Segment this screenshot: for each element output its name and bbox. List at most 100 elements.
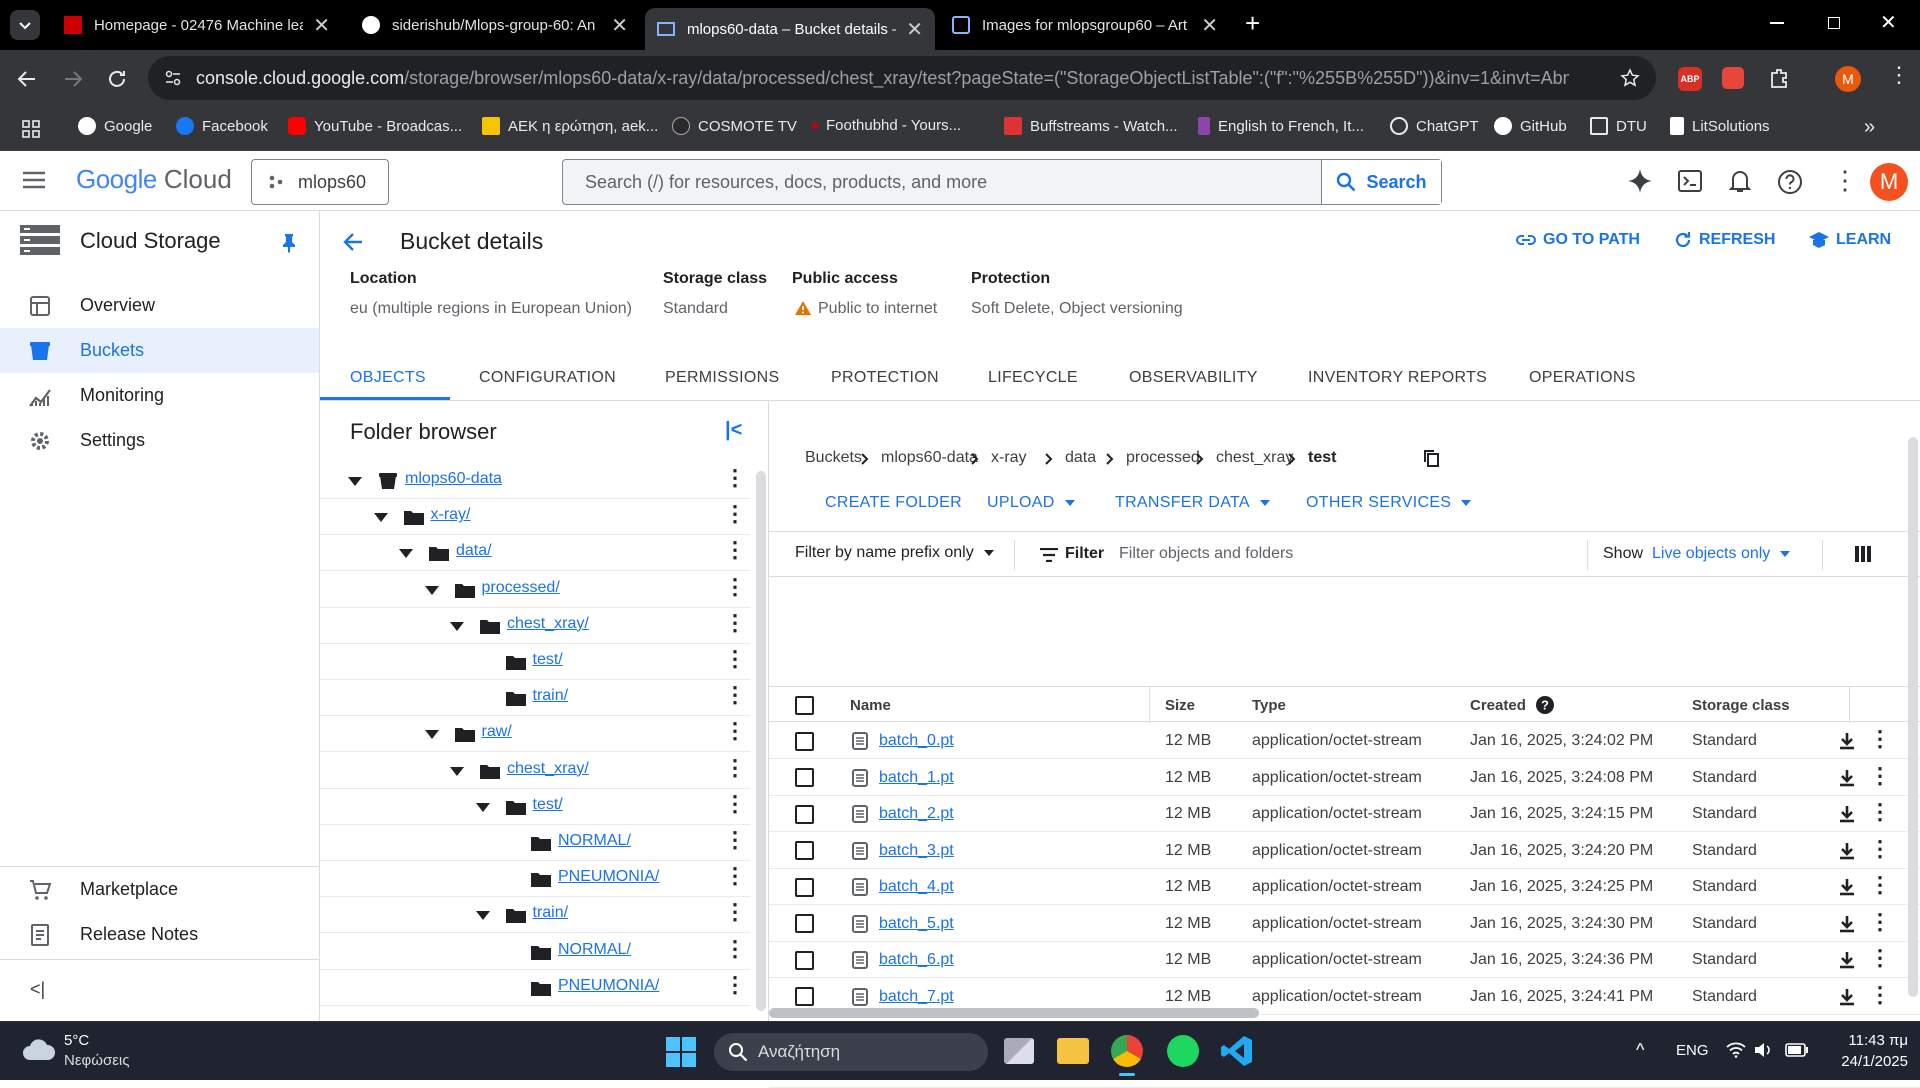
folder-tree-row[interactable]: x-ray/ ⋮ (320, 499, 750, 536)
row-actions-icon[interactable]: ⋮ (1869, 947, 1891, 969)
extensions-puzzle-icon[interactable] (1768, 67, 1790, 89)
gemini-spark-icon[interactable] (1627, 168, 1653, 194)
row-actions-icon[interactable]: ⋮ (724, 792, 746, 815)
bookmark-litsolutions[interactable]: LitSolutions (1670, 117, 1770, 135)
folder-link[interactable]: NORMAL/ (558, 941, 631, 959)
bookmark-github[interactable]: GitHub (1494, 117, 1567, 135)
folder-link[interactable]: x-ray/ (431, 506, 471, 524)
row-actions-icon[interactable]: ⋮ (1869, 874, 1891, 896)
folder-link[interactable]: test/ (533, 651, 563, 669)
table-row[interactable]: batch_2.pt 12 MB application/octet-stream J… (769, 796, 1920, 832)
object-name-link[interactable]: batch_4.pt (879, 869, 954, 905)
column-storage-class[interactable]: Storage class (1692, 687, 1790, 723)
row-actions-icon[interactable]: ⋮ (724, 467, 746, 489)
folder-tree-row[interactable]: raw/ ⋮ (320, 716, 750, 753)
go-to-path-button[interactable]: GO TO PATH (1515, 231, 1640, 249)
close-window-icon[interactable]: ✕ (1880, 10, 1897, 35)
row-actions-icon[interactable]: ⋮ (1869, 764, 1891, 787)
folder-link[interactable]: train/ (533, 904, 569, 922)
row-checkbox[interactable] (795, 914, 814, 933)
wifi-icon[interactable] (1726, 1042, 1746, 1058)
spotify-icon[interactable] (1167, 1035, 1199, 1067)
tab-observability[interactable]: OBSERVABILITY (1129, 369, 1258, 387)
bookmark-facebook[interactable]: Facebook (176, 117, 268, 135)
profile-avatar[interactable]: M (1835, 66, 1861, 92)
download-icon[interactable] (1839, 878, 1855, 896)
object-name-link[interactable]: batch_3.pt (879, 833, 954, 869)
account-avatar[interactable]: M (1870, 163, 1908, 201)
expand-arrow-icon[interactable] (348, 477, 362, 486)
tab-objects[interactable]: OBJECTS (350, 369, 426, 387)
nav-buckets[interactable]: Buckets (0, 328, 319, 373)
row-checkbox[interactable] (795, 987, 814, 1006)
column-created[interactable]: Created ? (1470, 687, 1554, 723)
collapse-panel-icon[interactable]: |< (725, 419, 742, 442)
folder-tree-row[interactable]: mlops60-data ⋮ (320, 463, 750, 499)
nav-marketplace[interactable]: Marketplace (0, 867, 319, 912)
other-services-dropdown[interactable]: OTHER SERVICES (1306, 494, 1472, 512)
row-actions-icon[interactable]: ⋮ (724, 648, 746, 670)
bookmark-aek[interactable]: ΑΕΚ η ερώτηση, aek... (482, 117, 658, 135)
tab-configuration[interactable]: CONFIGURATION (479, 369, 616, 387)
folder-tree-row[interactable]: PNEUMONIA/ ⋮ (320, 970, 750, 1006)
search-input[interactable]: Search (/) for resources, docs, products… (563, 172, 1321, 193)
folder-link[interactable]: data/ (456, 542, 492, 560)
row-checkbox[interactable] (795, 950, 814, 970)
chrome-icon[interactable] (1111, 1035, 1143, 1067)
row-actions-icon[interactable]: ⋮ (724, 937, 746, 960)
nav-monitoring[interactable]: Monitoring (0, 373, 319, 418)
bookmark-dtu[interactable]: DTU (1590, 117, 1647, 135)
apps-grid-icon[interactable] (22, 120, 40, 138)
back-arrow-icon[interactable] (16, 68, 38, 90)
folder-tree-row[interactable]: data/ ⋮ (320, 535, 750, 572)
download-icon[interactable] (1839, 915, 1855, 933)
row-actions-icon[interactable]: ⋮ (724, 503, 746, 525)
folder-link[interactable]: chest_xray/ (507, 615, 589, 633)
folder-link[interactable]: PNEUMONIA/ (558, 977, 659, 995)
table-row[interactable]: batch_3.pt 12 MB application/octet-stream J… (769, 833, 1920, 869)
expand-arrow-icon[interactable] (475, 911, 490, 921)
horizontal-scrollbar[interactable] (769, 1008, 1259, 1018)
folder-tree-row[interactable]: NORMAL/ ⋮ (320, 934, 750, 970)
download-icon[interactable] (1839, 805, 1855, 823)
row-actions-icon[interactable]: ⋮ (724, 865, 746, 887)
table-row[interactable]: batch_6.pt 12 MB application/octet-stream J… (769, 942, 1920, 978)
pin-icon[interactable] (282, 233, 296, 253)
search-button[interactable]: Search (1321, 160, 1441, 204)
filter-input[interactable]: Filter objects and folders (1119, 545, 1293, 563)
browser-tab[interactable]: siderishub/Mlops-group-60: An ✕ (350, 8, 640, 42)
object-name-link[interactable]: batch_5.pt (879, 906, 954, 942)
bookmark-google[interactable]: Google (78, 117, 152, 135)
row-actions-icon[interactable]: ⋮ (724, 611, 746, 634)
reload-icon[interactable] (106, 68, 128, 90)
tab-operations[interactable]: OPERATIONS (1529, 369, 1636, 387)
cloud-shell-icon[interactable] (1678, 170, 1702, 192)
row-checkbox[interactable] (795, 804, 814, 824)
folder-link[interactable]: chest_xray/ (507, 760, 589, 778)
expand-arrow-icon[interactable] (450, 621, 464, 631)
row-actions-icon[interactable]: ⋮ (724, 539, 746, 561)
help-circle-icon[interactable]: ? (1535, 696, 1554, 714)
row-actions-icon[interactable]: ⋮ (724, 720, 746, 742)
breadcrumb-link[interactable]: chest_xray (1216, 449, 1293, 467)
learn-button[interactable]: LEARN (1808, 230, 1891, 250)
windows-start-icon[interactable] (666, 1037, 696, 1067)
nav-release-notes[interactable]: Release Notes (0, 912, 319, 957)
table-row[interactable]: batch_1.pt 12 MB application/octet-stream J… (769, 760, 1920, 796)
transfer-data-dropdown[interactable]: TRANSFER DATA (1115, 494, 1270, 512)
table-row[interactable]: batch_0.pt 12 MB application/octet-stream J… (769, 723, 1920, 759)
object-name-link[interactable]: batch_2.pt (879, 796, 954, 832)
folder-tree-row[interactable]: NORMAL/ ⋮ (320, 825, 750, 861)
clock-date[interactable]: 24/1/2025 (1818, 1053, 1908, 1070)
row-checkbox[interactable] (795, 731, 814, 751)
create-folder-button[interactable]: CREATE FOLDER (825, 494, 962, 512)
google-cloud-logo[interactable]: Google Cloud (76, 164, 232, 195)
vscode-icon[interactable] (1221, 1035, 1253, 1067)
back-arrow-icon[interactable] (342, 231, 364, 253)
breadcrumb-link[interactable]: Buckets (805, 449, 862, 467)
site-info-icon[interactable] (164, 69, 182, 87)
row-actions-icon[interactable]: ⋮ (1869, 983, 1891, 1006)
column-display-icon[interactable] (1855, 546, 1871, 562)
nav-settings[interactable]: Settings (0, 418, 319, 463)
collapse-nav-icon[interactable]: <| (30, 979, 45, 1000)
